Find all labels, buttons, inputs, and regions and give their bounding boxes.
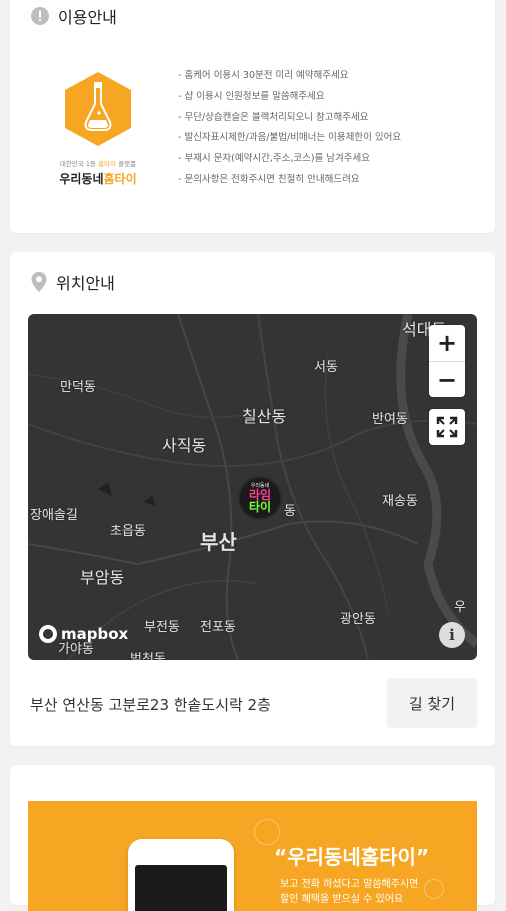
bottle-hexagon-icon xyxy=(65,72,131,146)
map-label: 재송동 xyxy=(382,494,418,509)
logo-name: 우리동네홈타이 xyxy=(59,172,137,186)
decor-circle xyxy=(424,879,444,899)
usage-title: 이용안내 xyxy=(58,8,117,27)
promo-subtitle: 보고 전화 하셨다고 말씀해주시면 할인 혜택을 받으실 수 있어요 xyxy=(280,879,419,905)
map-label: 부산 xyxy=(200,530,237,554)
map-label: 초읍동 xyxy=(110,524,146,539)
directions-button[interactable]: 길 찾기 xyxy=(387,678,477,728)
map-view[interactable]: 석대동 서동 만덕동 칠산동 반여동 사직동 재송동 장애솔길 초읍동 부산 부… xyxy=(28,314,477,660)
usage-header: 이용안내 xyxy=(30,4,117,28)
map-label: 전포동 xyxy=(200,620,236,635)
location-title: 위치안내 xyxy=(56,274,115,293)
map-label: 서동 xyxy=(314,360,338,375)
location-card: 위치안내 석대동 서동 만덕동 칠산동 반여동 사직동 재송동 장애솔길 초읍동… xyxy=(10,252,495,746)
map-label: 만덕동 xyxy=(60,380,96,395)
map-label: 동 xyxy=(284,504,296,519)
zoom-out-button[interactable]: − xyxy=(429,361,465,397)
map-info-button[interactable]: i xyxy=(439,622,465,648)
map-label: 반여동 xyxy=(372,412,408,427)
zoom-control: + − xyxy=(429,325,465,397)
map-label: 장애솔길 xyxy=(30,508,78,523)
address-text: 부산 연산동 고분로23 한솥도시락 2층 xyxy=(30,696,271,714)
map-label: 사직동 xyxy=(162,436,207,455)
fullscreen-button[interactable] xyxy=(429,409,465,445)
phone-mockup xyxy=(128,839,234,911)
usage-card: 이용안내 대한민국 1등 홈타이 플랫폼 우리동네홈타이 - 홈케어 이용시 3… xyxy=(10,0,495,233)
shop-marker[interactable]: 우리동네 라임 타이 xyxy=(238,476,282,520)
mapbox-attribution[interactable]: mapbox xyxy=(38,624,128,644)
rule-item: - 무단/상습캔슬은 블랙처리되오니 참고해주세요 xyxy=(178,111,369,123)
promo-title: “우리동네홈타이” xyxy=(274,845,430,869)
map-label: 범천동 xyxy=(130,652,166,660)
info-circle-icon xyxy=(31,7,49,25)
mapbox-logo-icon xyxy=(39,625,57,643)
rule-item: - 부재시 문자(예약시간,주소,코스)를 남겨주세요 xyxy=(178,153,370,165)
rule-item: - 문의사항은 전화주시면 친절히 안내해드려요 xyxy=(178,173,360,185)
map-label: 광안동 xyxy=(340,612,376,627)
rule-item: - 샵 이용시 인원정보를 말씀해주세요 xyxy=(178,90,325,102)
brand-logo: 대한민국 1등 홈타이 플랫폼 우리동네홈타이 xyxy=(48,70,148,187)
rule-item: - 홈케어 이용시 30분전 미리 예약해주세요 xyxy=(178,70,349,81)
map-label: 부암동 xyxy=(80,568,125,587)
phone-screen xyxy=(135,865,227,911)
location-header: 위치안내 xyxy=(30,270,115,294)
map-label: 칠산동 xyxy=(242,407,287,426)
map-label: 부전동 xyxy=(144,620,180,635)
zoom-in-button[interactable]: + xyxy=(429,325,465,361)
promo-banner[interactable]: “우리동네홈타이” 보고 전화 하셨다고 말씀해주시면 할인 혜택을 받으실 수… xyxy=(28,801,477,911)
location-pin-icon xyxy=(31,272,47,292)
promo-card: “우리동네홈타이” 보고 전화 하셨다고 말씀해주시면 할인 혜택을 받으실 수… xyxy=(10,765,495,911)
fullscreen-icon xyxy=(436,416,458,438)
map-label: 우 xyxy=(454,600,466,615)
logo-tagline: 대한민국 1등 홈타이 플랫폼 xyxy=(59,160,137,168)
rule-item: - 발신자표시제한/과음/불법/비매너는 이용제한이 있어요 xyxy=(178,132,402,144)
usage-rules-list: - 홈케어 이용시 30분전 미리 예약해주세요 - 샵 이용시 인원정보를 말… xyxy=(178,66,401,191)
